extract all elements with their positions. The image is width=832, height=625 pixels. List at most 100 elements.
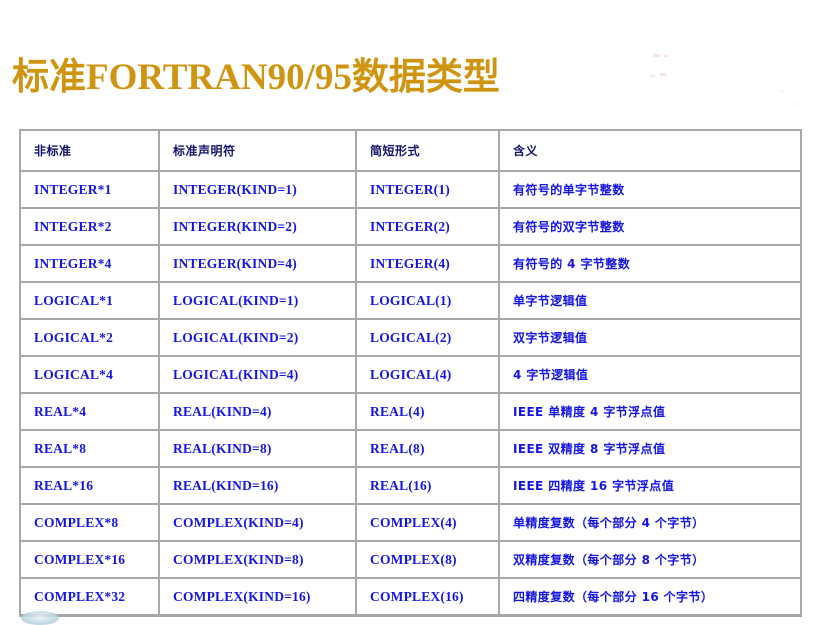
compression-artifact xyxy=(790,103,796,105)
cell-text: INTEGER*4 xyxy=(34,255,112,271)
cell-text: LOGICAL(1) xyxy=(370,292,452,308)
cell-short: REAL(8) xyxy=(357,431,500,468)
cell-nonstandard: COMPLEX*16 xyxy=(19,542,160,579)
cell-short: INTEGER(1) xyxy=(357,172,500,209)
cell-meaning: 双字节逻辑值 xyxy=(500,320,802,357)
cell-text: LOGICAL(KIND=2) xyxy=(173,329,299,345)
cell-standard: INTEGER(KIND=1) xyxy=(160,172,357,209)
table-row: COMPLEX*8 COMPLEX(KIND=4) COMPLEX(4) 单精度… xyxy=(19,505,802,542)
cell-text: 4 字节逻辑值 xyxy=(513,367,589,382)
cell-meaning: 单字节逻辑值 xyxy=(500,283,802,320)
cell-text: COMPLEX(4) xyxy=(370,514,457,530)
cell-text: 单精度复数（每个部分 4 个字节） xyxy=(513,515,705,530)
compression-artifact xyxy=(650,75,655,77)
cell-text: INTEGER(KIND=2) xyxy=(173,218,297,234)
column-header-nonstandard: 非标准 xyxy=(19,129,160,172)
table-header-row: 非标准 标准声明符 简短形式 含义 xyxy=(19,129,802,172)
cell-text: LOGICAL(KIND=4) xyxy=(173,366,299,382)
table-row: REAL*4 REAL(KIND=4) REAL(4) IEEE 单精度 4 字… xyxy=(19,394,802,431)
data-types-table-container: 非标准 标准声明符 简短形式 含义 INTEGER*1 INTEGER(KIND… xyxy=(19,129,802,617)
decorative-oval-shape xyxy=(21,611,59,625)
table-row: LOGICAL*1 LOGICAL(KIND=1) LOGICAL(1) 单字节… xyxy=(19,283,802,320)
cell-text: REAL*8 xyxy=(34,440,87,456)
cell-text: COMPLEX*32 xyxy=(34,588,126,604)
cell-text: REAL(KIND=8) xyxy=(173,440,272,456)
cell-text: LOGICAL(KIND=1) xyxy=(173,292,299,308)
cell-text: COMPLEX(KIND=8) xyxy=(173,551,304,567)
cell-meaning: 有符号的 4 字节整数 xyxy=(500,246,802,283)
cell-standard: INTEGER(KIND=2) xyxy=(160,209,357,246)
cell-text: COMPLEX(KIND=16) xyxy=(173,588,311,604)
cell-short: COMPLEX(4) xyxy=(357,505,500,542)
cell-standard: COMPLEX(KIND=8) xyxy=(160,542,357,579)
cell-short: LOGICAL(2) xyxy=(357,320,500,357)
cell-nonstandard: INTEGER*1 xyxy=(19,172,160,209)
cell-standard: REAL(KIND=8) xyxy=(160,431,357,468)
cell-text: 有符号的单字节整数 xyxy=(513,182,625,197)
cell-nonstandard: INTEGER*2 xyxy=(19,209,160,246)
cell-text: COMPLEX*16 xyxy=(34,551,126,567)
cell-nonstandard: LOGICAL*1 xyxy=(19,283,160,320)
cell-meaning: 4 字节逻辑值 xyxy=(500,357,802,394)
cell-meaning: 单精度复数（每个部分 4 个字节） xyxy=(500,505,802,542)
cell-text: REAL*16 xyxy=(34,477,94,493)
cell-text: INTEGER*2 xyxy=(34,218,112,234)
cell-text: LOGICAL*4 xyxy=(34,366,114,382)
table-row: LOGICAL*4 LOGICAL(KIND=4) LOGICAL(4) 4 字… xyxy=(19,357,802,394)
cell-text: INTEGER*1 xyxy=(34,181,112,197)
cell-standard: REAL(KIND=16) xyxy=(160,468,357,505)
cell-meaning: IEEE 双精度 8 字节浮点值 xyxy=(500,431,802,468)
table-row: REAL*16 REAL(KIND=16) REAL(16) IEEE 四精度 … xyxy=(19,468,802,505)
cell-standard: COMPLEX(KIND=16) xyxy=(160,579,357,617)
cell-text: COMPLEX(KIND=4) xyxy=(173,514,304,530)
cell-text: REAL(4) xyxy=(370,403,425,419)
cell-text: LOGICAL(4) xyxy=(370,366,452,382)
cell-text: COMPLEX(8) xyxy=(370,551,457,567)
table-body: 非标准 标准声明符 简短形式 含义 INTEGER*1 INTEGER(KIND… xyxy=(19,129,802,617)
cell-text: LOGICAL*1 xyxy=(34,292,114,308)
cell-meaning: 有符号的单字节整数 xyxy=(500,172,802,209)
cell-meaning: 双精度复数（每个部分 8 个字节） xyxy=(500,542,802,579)
cell-text: COMPLEX*8 xyxy=(34,514,119,530)
cell-standard: LOGICAL(KIND=2) xyxy=(160,320,357,357)
cell-text: INTEGER(KIND=4) xyxy=(173,255,297,271)
compression-artifact xyxy=(664,55,668,57)
cell-text: LOGICAL*2 xyxy=(34,329,114,345)
column-header-standard: 标准声明符 xyxy=(160,129,357,172)
cell-short: INTEGER(4) xyxy=(357,246,500,283)
table-row: INTEGER*2 INTEGER(KIND=2) INTEGER(2) 有符号… xyxy=(19,209,802,246)
cell-short: COMPLEX(8) xyxy=(357,542,500,579)
cell-nonstandard: LOGICAL*2 xyxy=(19,320,160,357)
column-header-label: 标准声明符 xyxy=(173,143,236,158)
cell-text: 四精度复数（每个部分 16 个字节） xyxy=(513,589,714,604)
cell-meaning: IEEE 单精度 4 字节浮点值 xyxy=(500,394,802,431)
cell-text: IEEE 单精度 4 字节浮点值 xyxy=(513,404,666,419)
table-row: INTEGER*4 INTEGER(KIND=4) INTEGER(4) 有符号… xyxy=(19,246,802,283)
column-header-short: 简短形式 xyxy=(357,129,500,172)
compression-artifact xyxy=(653,54,660,57)
cell-text: INTEGER(4) xyxy=(370,255,451,271)
cell-short: REAL(4) xyxy=(357,394,500,431)
table-row: INTEGER*1 INTEGER(KIND=1) INTEGER(1) 有符号… xyxy=(19,172,802,209)
cell-nonstandard: COMPLEX*8 xyxy=(19,505,160,542)
cell-nonstandard: INTEGER*4 xyxy=(19,246,160,283)
page-title: 标准FORTRAN90/95数据类型 xyxy=(12,57,500,98)
cell-meaning: IEEE 四精度 16 字节浮点值 xyxy=(500,468,802,505)
cell-standard: INTEGER(KIND=4) xyxy=(160,246,357,283)
cell-short: REAL(16) xyxy=(357,468,500,505)
cell-text: 双字节逻辑值 xyxy=(513,330,588,345)
cell-text: REAL(KIND=16) xyxy=(173,477,279,493)
cell-text: 单字节逻辑值 xyxy=(513,293,588,308)
cell-standard: LOGICAL(KIND=4) xyxy=(160,357,357,394)
cell-meaning: 四精度复数（每个部分 16 个字节） xyxy=(500,579,802,617)
column-header-label: 简短形式 xyxy=(370,143,421,158)
cell-text: INTEGER(1) xyxy=(370,181,451,197)
compression-artifact xyxy=(660,73,666,76)
cell-short: LOGICAL(4) xyxy=(357,357,500,394)
cell-standard: COMPLEX(KIND=4) xyxy=(160,505,357,542)
table-row: COMPLEX*16 COMPLEX(KIND=8) COMPLEX(8) 双精… xyxy=(19,542,802,579)
compression-artifact xyxy=(780,90,785,92)
cell-text: COMPLEX(16) xyxy=(370,588,464,604)
table-row: LOGICAL*2 LOGICAL(KIND=2) LOGICAL(2) 双字节… xyxy=(19,320,802,357)
cell-text: REAL(KIND=4) xyxy=(173,403,272,419)
